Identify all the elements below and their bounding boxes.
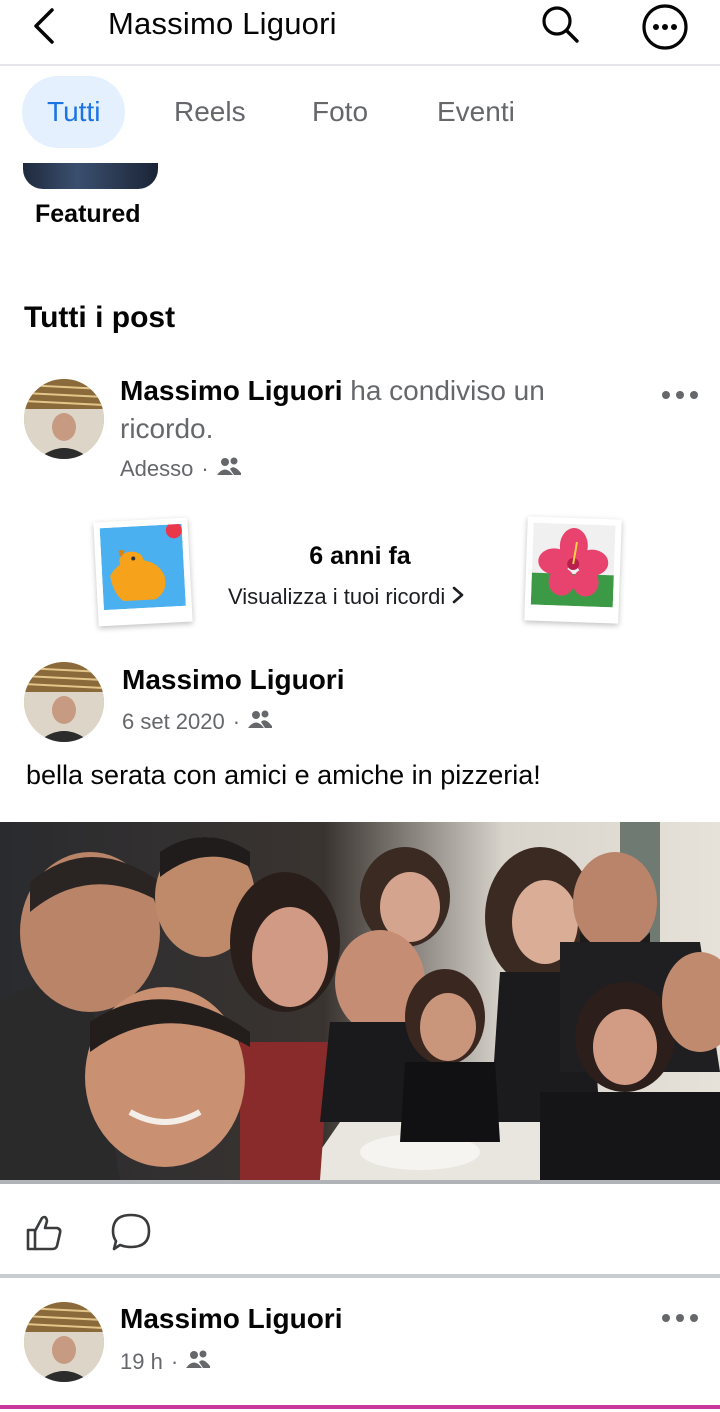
memory-card[interactable]: 6 anni fa Visualizza i tuoi ricordi	[0, 512, 720, 632]
post-options-icon[interactable]	[660, 1311, 700, 1323]
friends-audience-icon	[248, 709, 273, 735]
meta-separator: ·	[170, 1349, 179, 1374]
chevron-right-icon	[451, 584, 465, 609]
post-author[interactable]: Massimo Liguori	[122, 664, 344, 696]
post-meta: 6 set 2020 ·	[122, 709, 273, 735]
memory-link[interactable]: Visualizza i tuoi ricordi	[228, 584, 465, 610]
tab-tutti[interactable]: Tutti	[22, 76, 126, 148]
featured-thumbnail[interactable]	[23, 163, 158, 189]
avatar[interactable]	[24, 379, 104, 459]
friends-audience-icon	[216, 456, 241, 482]
post-meta: 19 h ·	[120, 1349, 211, 1375]
post-text: bella serata con amici e amiche in pizze…	[26, 760, 541, 790]
post-time: 19 h	[120, 1349, 163, 1374]
post-author[interactable]: Massimo Liguori	[120, 1303, 342, 1335]
dog-illustration-icon	[93, 517, 193, 627]
comment-icon[interactable]	[110, 1212, 152, 1252]
post-separator	[0, 1274, 720, 1278]
post-time: 6 set 2020	[122, 709, 225, 734]
post-photo[interactable]	[0, 822, 720, 1180]
tab-reels[interactable]: Reels	[174, 76, 246, 148]
bottom-accent-bar	[0, 1405, 720, 1409]
featured-label: Featured	[35, 200, 141, 228]
page-title: Massimo Liguori	[108, 6, 337, 41]
post-options-icon[interactable]	[660, 388, 700, 400]
more-options-icon[interactable]	[640, 2, 690, 52]
friends-audience-icon	[186, 1349, 211, 1375]
top-bar: Massimo Liguori	[0, 0, 720, 66]
back-arrow-icon[interactable]	[24, 4, 64, 44]
tab-foto[interactable]: Foto	[312, 76, 368, 148]
meta-separator: ·	[201, 456, 209, 481]
post-header: Massimo Liguori ha condiviso un ricordo.	[120, 372, 640, 448]
photo-divider	[0, 1180, 720, 1184]
post-time: Adesso	[120, 456, 194, 481]
tab-eventi[interactable]: Eventi	[437, 76, 515, 148]
avatar[interactable]	[24, 662, 104, 742]
like-icon[interactable]	[24, 1212, 64, 1252]
meta-separator: ·	[232, 709, 241, 734]
post-author[interactable]: Massimo Liguori	[120, 375, 342, 406]
memory-link-label: Visualizza i tuoi ricordi	[228, 584, 446, 609]
avatar[interactable]	[24, 1302, 104, 1382]
post-actions	[0, 1200, 720, 1270]
section-title: Tutti i post	[24, 301, 176, 334]
post-meta: Adesso ·	[120, 456, 241, 482]
filter-tabs: Tutti Reels Foto Eventi	[0, 76, 720, 148]
search-icon[interactable]	[538, 2, 582, 46]
flower-illustration-icon	[524, 516, 622, 624]
